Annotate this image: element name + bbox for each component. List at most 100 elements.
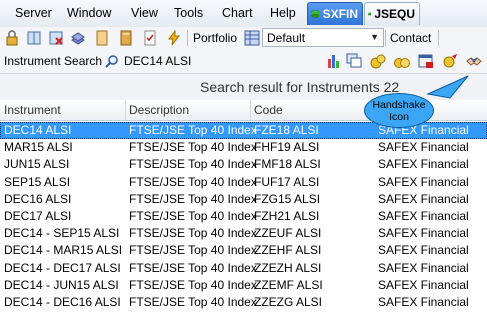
window-delete-icon[interactable] [418, 53, 434, 69]
instrument-search-label: Instrument Search [4, 54, 103, 68]
grid-icon[interactable] [244, 30, 260, 46]
cell-code: ZZEZH ALSI [254, 260, 322, 275]
table-row[interactable]: SEP15 ALSI FTSE/JSE Top 40 Index FUF17 ALS… [0, 174, 487, 191]
cell-exchange: SAFEX Financial [378, 243, 469, 258]
cell-exchange: SAFEX Financial [378, 174, 469, 189]
bar-chart-icon[interactable] [326, 53, 342, 69]
menu-window[interactable]: Window [67, 6, 111, 20]
menu-server[interactable]: Server [15, 6, 52, 20]
cell-code: ZZEZG ALSI [254, 295, 323, 309]
cell-exchange: SAFEX Financial [378, 277, 469, 292]
cell-exchange: SAFEX Financial [378, 140, 469, 155]
cell-code: FZH21 ALSI [254, 209, 320, 223]
callout-line-2: Icon [389, 111, 409, 123]
coin-edit-icon[interactable] [442, 53, 458, 69]
cell-description: FTSE/JSE Top 40 Index [129, 277, 257, 292]
table-row[interactable]: DEC14 - DEC17 ALSI FTSE/JSE Top 40 Index Z… [0, 260, 487, 277]
cell-description: FTSE/JSE Top 40 Index [129, 243, 257, 258]
coins-icon[interactable] [394, 53, 410, 69]
cell-instrument: DEC17 ALSI [4, 209, 72, 223]
cell-instrument: MAR15 ALSI [4, 140, 73, 155]
instrument-search-bar: Instrument Search DEC14 ALSI [0, 49, 487, 74]
cell-description: FTSE/JSE Top 40 Index [129, 295, 257, 309]
tab-jsequ-label: JSEQU [374, 7, 415, 21]
menu-help[interactable]: Help [270, 6, 296, 20]
cell-instrument: DEC14 - DEC17 ALSI [4, 260, 121, 275]
cell-code: FUF17 ALSI [254, 174, 320, 189]
cell-exchange: SAFEX Financial [378, 295, 469, 309]
tab-sxfin[interactable]: SXFIN [307, 2, 363, 25]
menu-bar: Server Window View Tools Chart Help SXFI… [0, 0, 487, 28]
table-row[interactable]: MAR15 ALSI FTSE/JSE Top 40 Index FHF19 ALS… [0, 139, 487, 156]
toolbar-separator [438, 30, 439, 46]
cell-code: ZZEMF ALSI [254, 277, 323, 292]
cell-exchange: SAFEX Financial [378, 191, 469, 206]
column-divider[interactable] [125, 100, 126, 120]
portfolio-label: Portfolio [193, 31, 238, 45]
tab-jsequ[interactable]: JSEQU [364, 2, 420, 25]
cell-code: FMF18 ALSI [254, 157, 321, 172]
toolbar: Portfolio Default ▼ Contact [0, 27, 487, 50]
contact-button[interactable]: Contact [390, 31, 431, 45]
cell-description: FTSE/JSE Top 40 Index [129, 260, 257, 275]
green-disk-icon [368, 12, 372, 16]
column-header-description[interactable]: Description [129, 103, 189, 117]
handshake-callout: Handshake Icon [364, 93, 434, 128]
portfolio-dropdown[interactable]: Default ▼ [262, 28, 384, 47]
handshake-icon[interactable] [466, 53, 482, 69]
books-icon[interactable] [70, 30, 86, 46]
cell-exchange: SAFEX Financial [378, 260, 469, 275]
cell-instrument: JUN15 ALSI [4, 157, 70, 172]
cell-code: FZG15 ALSI [254, 191, 321, 206]
cell-description: FTSE/JSE Top 40 Index [129, 209, 257, 223]
checklist-icon[interactable] [142, 30, 158, 46]
callout-line-1: Handshake [372, 99, 426, 111]
windows-icon[interactable] [346, 53, 362, 69]
table-row[interactable]: DEC16 ALSI FTSE/JSE Top 40 Index FZG15 ALS… [0, 191, 487, 208]
table-row[interactable]: JUN15 ALSI FTSE/JSE Top 40 Index FMF18 ALS… [0, 156, 487, 173]
cell-description: FTSE/JSE Top 40 Index [129, 157, 257, 172]
menu-chart[interactable]: Chart [222, 6, 253, 20]
cell-exchange: SAFEX Financial [378, 226, 469, 241]
toolbar-separator [187, 30, 188, 46]
table-row[interactable]: DEC14 - SEP15 ALSI FTSE/JSE Top 40 Index Z… [0, 225, 487, 242]
cell-exchange: SAFEX Financial [378, 157, 469, 172]
result-title: Search result for Instruments 22 [200, 79, 400, 95]
column-header-code[interactable]: Code [254, 103, 283, 117]
coins-add-icon[interactable] [370, 53, 386, 69]
column-divider[interactable] [250, 100, 251, 120]
instrument-results-table: Instrument Description Code DEC14 ALSI FT… [0, 100, 487, 331]
lightning-icon[interactable] [166, 30, 182, 46]
table-row[interactable]: DEC17 ALSI FTSE/JSE Top 40 Index FZH21 ALS… [0, 208, 487, 225]
table-row[interactable]: DEC14 - DEC16 ALSI FTSE/JSE Top 40 Index Z… [0, 294, 487, 311]
column-header-instrument[interactable]: Instrument [4, 103, 61, 117]
cell-instrument: DEC14 - DEC16 ALSI [4, 295, 121, 309]
cell-description: FTSE/JSE Top 40 Index [129, 226, 257, 241]
cell-description: FTSE/JSE Top 40 Index [129, 174, 257, 189]
cell-exchange: SAFEX Financial [378, 209, 469, 223]
cell-description: FTSE/JSE Top 40 Index [129, 191, 257, 206]
cell-instrument: DEC14 - SEP15 ALSI [4, 226, 120, 241]
chevron-down-icon: ▼ [370, 32, 379, 42]
callout-pointer [426, 75, 469, 99]
cell-code: FHF19 ALSI [254, 140, 320, 155]
lock-icon[interactable] [4, 30, 20, 46]
table-row[interactable]: DEC14 - JUN15 ALSI FTSE/JSE Top 40 Index Z… [0, 277, 487, 294]
document-icon[interactable] [94, 30, 110, 46]
cell-instrument: DEC14 - MAR15 ALSI [4, 243, 123, 258]
book-icon[interactable] [26, 30, 42, 46]
toolbar-separator [385, 30, 386, 46]
table-row[interactable]: DEC14 - MAR15 ALSI FTSE/JSE Top 40 Index Z… [0, 242, 487, 259]
menu-view[interactable]: View [131, 6, 158, 20]
instrument-search-input[interactable]: DEC14 ALSI [124, 54, 191, 68]
search-icon[interactable] [105, 54, 119, 68]
cell-code: ZZEHF ALSI [254, 243, 322, 258]
tab-sxfin-label: SXFIN [322, 7, 358, 21]
cell-instrument: DEC14 - JUN15 ALSI [4, 277, 119, 292]
menu-tools[interactable]: Tools [174, 6, 203, 20]
green-disk-icon [311, 10, 320, 18]
notebook-icon[interactable] [118, 30, 134, 46]
portfolio-dropdown-value: Default [267, 31, 306, 45]
cell-instrument: DEC16 ALSI [4, 191, 72, 206]
delete-book-icon[interactable] [48, 30, 64, 46]
